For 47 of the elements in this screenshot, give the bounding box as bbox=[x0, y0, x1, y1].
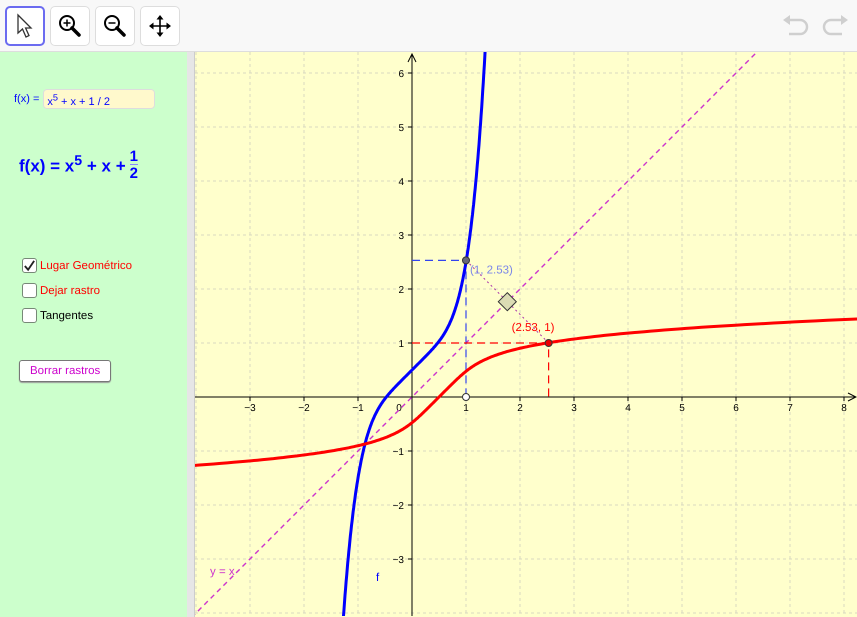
tick-label: −1 bbox=[392, 447, 404, 458]
tick-label: 1 bbox=[398, 339, 404, 350]
tick-label: 1 bbox=[463, 403, 469, 414]
line-label: y = x bbox=[210, 566, 235, 578]
checkbox[interactable] bbox=[22, 283, 37, 298]
tick-label: −1 bbox=[352, 403, 364, 414]
cursor-arrow-icon bbox=[16, 12, 34, 38]
tick-label: 4 bbox=[625, 403, 631, 414]
redo-icon bbox=[820, 14, 850, 38]
zoom-out-icon bbox=[103, 14, 127, 38]
tick-label: 3 bbox=[398, 231, 404, 242]
undo-icon bbox=[781, 14, 811, 38]
tick-label: −2 bbox=[298, 403, 310, 414]
tick-label: 5 bbox=[398, 123, 404, 134]
clear-traces-button[interactable]: Borrar rastros bbox=[19, 360, 112, 382]
tick-label: 3 bbox=[571, 403, 577, 414]
move-tool-button[interactable] bbox=[140, 6, 180, 46]
tick-label: 4 bbox=[398, 177, 404, 188]
input-label: f(x) = bbox=[14, 93, 40, 105]
tick-label: 7 bbox=[787, 403, 793, 414]
checkbox-label: Lugar Geométrico bbox=[40, 260, 132, 272]
tick-label: 6 bbox=[398, 69, 404, 80]
tick-label: 6 bbox=[733, 403, 739, 414]
checkbox[interactable] bbox=[22, 308, 37, 323]
tick-label: −2 bbox=[392, 501, 404, 512]
point-label: (2.53, 1) bbox=[512, 322, 554, 334]
four-way-arrow-icon bbox=[148, 14, 172, 38]
tick-label: −3 bbox=[392, 555, 404, 566]
point[interactable] bbox=[544, 339, 553, 347]
point-label: (1, 2.53) bbox=[470, 264, 513, 276]
tick-label: −3 bbox=[244, 403, 256, 414]
checkbox-label: Dejar rastro bbox=[40, 284, 100, 296]
tick-label: 8 bbox=[841, 403, 847, 414]
checkbox[interactable] bbox=[22, 258, 37, 273]
pointer-tool-button[interactable] bbox=[5, 6, 45, 46]
zoom-in-icon bbox=[58, 14, 82, 38]
zoom-out-tool-button[interactable] bbox=[95, 6, 135, 46]
right-angle-marker bbox=[498, 292, 518, 312]
curve-label: f bbox=[376, 572, 380, 584]
tick-label: 2 bbox=[398, 285, 404, 296]
zoom-in-tool-button[interactable] bbox=[50, 6, 90, 46]
tick-label: 2 bbox=[517, 403, 523, 414]
point[interactable] bbox=[462, 256, 470, 264]
checkbox-label: Tangentes bbox=[40, 310, 94, 322]
tick-label: 5 bbox=[679, 403, 685, 414]
input-field[interactable]: x$^{5}$ + x + 1 / 2 bbox=[43, 89, 156, 109]
point[interactable] bbox=[462, 393, 470, 401]
